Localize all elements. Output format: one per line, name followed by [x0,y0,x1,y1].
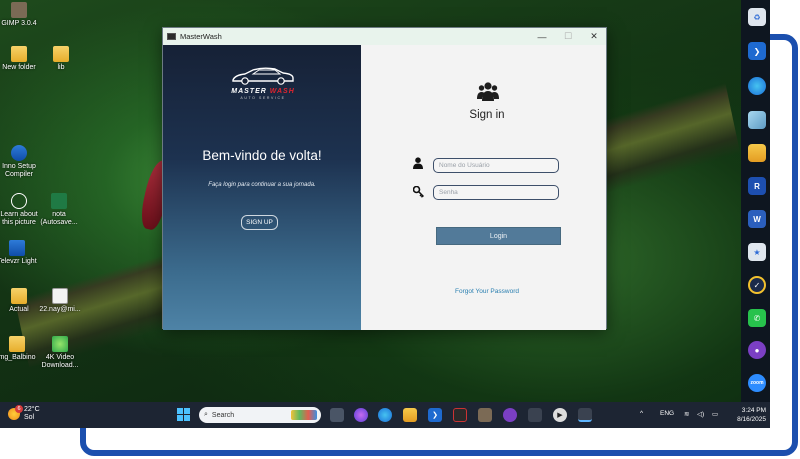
file-explorer-icon[interactable] [748,144,766,162]
4k-video-icon [52,336,68,352]
desktop-icon-actual[interactable]: Actual [0,288,42,314]
welcome-heading: Bem-vindo de volta! [202,148,322,163]
weather-condition: Sol [24,414,35,421]
brand-name: MASTER WASH [231,88,295,95]
chevron-up-icon[interactable]: ^ [640,410,643,417]
media-player-icon[interactable]: ▶ [553,408,567,422]
recycle-bin-icon[interactable]: ♻ [748,8,766,26]
favorites-icon[interactable]: ★ [748,243,766,261]
car-icon [232,67,294,85]
gimp-icon [11,2,27,18]
masterwash-task-icon[interactable] [528,408,542,422]
clock-time: 3:24 PM [741,407,766,414]
desktop-icon-lib[interactable]: lib [38,46,84,72]
vscode-icon[interactable]: ❯ [748,42,766,60]
desktop-icon-gimp[interactable]: GIMP 3.0.4 [0,2,42,28]
weather-temp: 22°C [24,406,40,413]
vscode-icon[interactable]: ❯ [428,408,442,422]
camera-icon [11,193,27,209]
username-field[interactable]: Nome do Usuário [433,158,559,173]
desktop-icon-televzr[interactable]: Televzr Light [0,240,40,266]
notification-badge: 6 [15,405,23,413]
task-view-icon[interactable] [330,408,344,422]
taskbar: 6 22°C Sol ⌕ Search ❯ ▶ ^ ENG ≋ ◁) ▭ 3:2… [0,402,770,428]
word-icon[interactable]: W [748,210,766,228]
signin-panel: Sign in Nome do Usuário Senha Login Forg… [361,45,606,330]
start-button[interactable] [177,408,190,421]
search-placeholder: Search [211,411,235,419]
clock-date: 8/16/2025 [737,416,766,423]
copilot-icon[interactable] [354,408,368,422]
folder-icon [9,336,25,352]
search-highlight-icon [291,410,317,420]
forgot-password-link[interactable]: Forgot Your Password [361,288,613,295]
users-icon [477,82,499,101]
password-field[interactable]: Senha [433,185,559,200]
login-button[interactable]: Login [436,227,561,245]
taskbar-search[interactable]: ⌕ Search [199,407,321,423]
key-icon [413,186,424,198]
desktop-icon-nota[interactable]: nota (Autosave... [36,193,82,227]
signin-heading: Sign in [469,109,505,121]
battery-icon[interactable]: ▭ [712,410,718,418]
edge-icon[interactable] [378,408,392,422]
inno-setup-icon [11,145,27,161]
desktop-icon-inno-setup[interactable]: Inno Setup Compiler [0,145,42,179]
excel-icon [51,193,67,209]
app-icon [167,33,176,40]
system-clock[interactable]: 3:24 PM 8/16/2025 [728,406,766,424]
wifi-icon[interactable]: ≋ [684,410,689,418]
folder-icon [11,46,27,62]
signup-button[interactable]: SIGN UP [241,215,278,230]
desktop: GIMP 3.0.4 New folder lib Inno Setup Com… [0,0,770,428]
revit-icon[interactable]: R [748,177,766,195]
zoom-icon[interactable]: zoom [748,374,766,392]
user-icon [413,157,423,169]
github-icon[interactable]: ● [748,341,766,359]
folder-icon [11,288,27,304]
volume-icon[interactable]: ◁) [697,410,704,418]
todo-icon[interactable]: ✓ [748,276,766,294]
minimize-button[interactable]: — [529,28,555,45]
app-icon[interactable] [748,111,766,129]
desktop-icon-4k-video[interactable]: 4K Video Download... [37,336,83,370]
masterwash-logo: MASTER WASH AUTO SERVICE [218,65,308,100]
weather-widget[interactable]: 6 22°C Sol [8,405,40,422]
window-title: MasterWash [180,32,222,41]
desktop-icon-22nay[interactable]: 22.nay@mi... [37,288,83,314]
sun-icon: 6 [8,405,23,420]
maximize-button[interactable]: ☐ [555,28,581,45]
televzr-icon [9,240,25,256]
document-icon [52,288,68,304]
whatsapp-icon[interactable]: ✆ [748,309,766,327]
masterwash-active-icon[interactable] [578,408,592,422]
masterwash-window: MasterWash — ☐ ✕ MASTER WASH AUTO SERVIC… [162,27,607,330]
brand-subtitle: AUTO SERVICE [240,96,286,100]
close-button[interactable]: ✕ [581,28,607,45]
search-icon: ⌕ [204,411,208,418]
language-indicator[interactable]: ENG [660,410,674,417]
desktop-icon-mg-balbino[interactable]: mg_Balbino [0,336,40,362]
terminal-icon[interactable] [453,408,467,422]
gimp-icon[interactable] [478,408,492,422]
window-titlebar[interactable]: MasterWash — ☐ ✕ [163,28,606,45]
welcome-panel: MASTER WASH AUTO SERVICE Bem-vindo de vo… [163,45,361,330]
welcome-tagline: Faça login para continuar a sua jornada. [208,182,316,188]
folder-icon [53,46,69,62]
edge-icon[interactable] [748,77,766,95]
desktop-icon-new-folder[interactable]: New folder [0,46,42,72]
github-icon[interactable] [503,408,517,422]
file-explorer-icon[interactable] [403,408,417,422]
